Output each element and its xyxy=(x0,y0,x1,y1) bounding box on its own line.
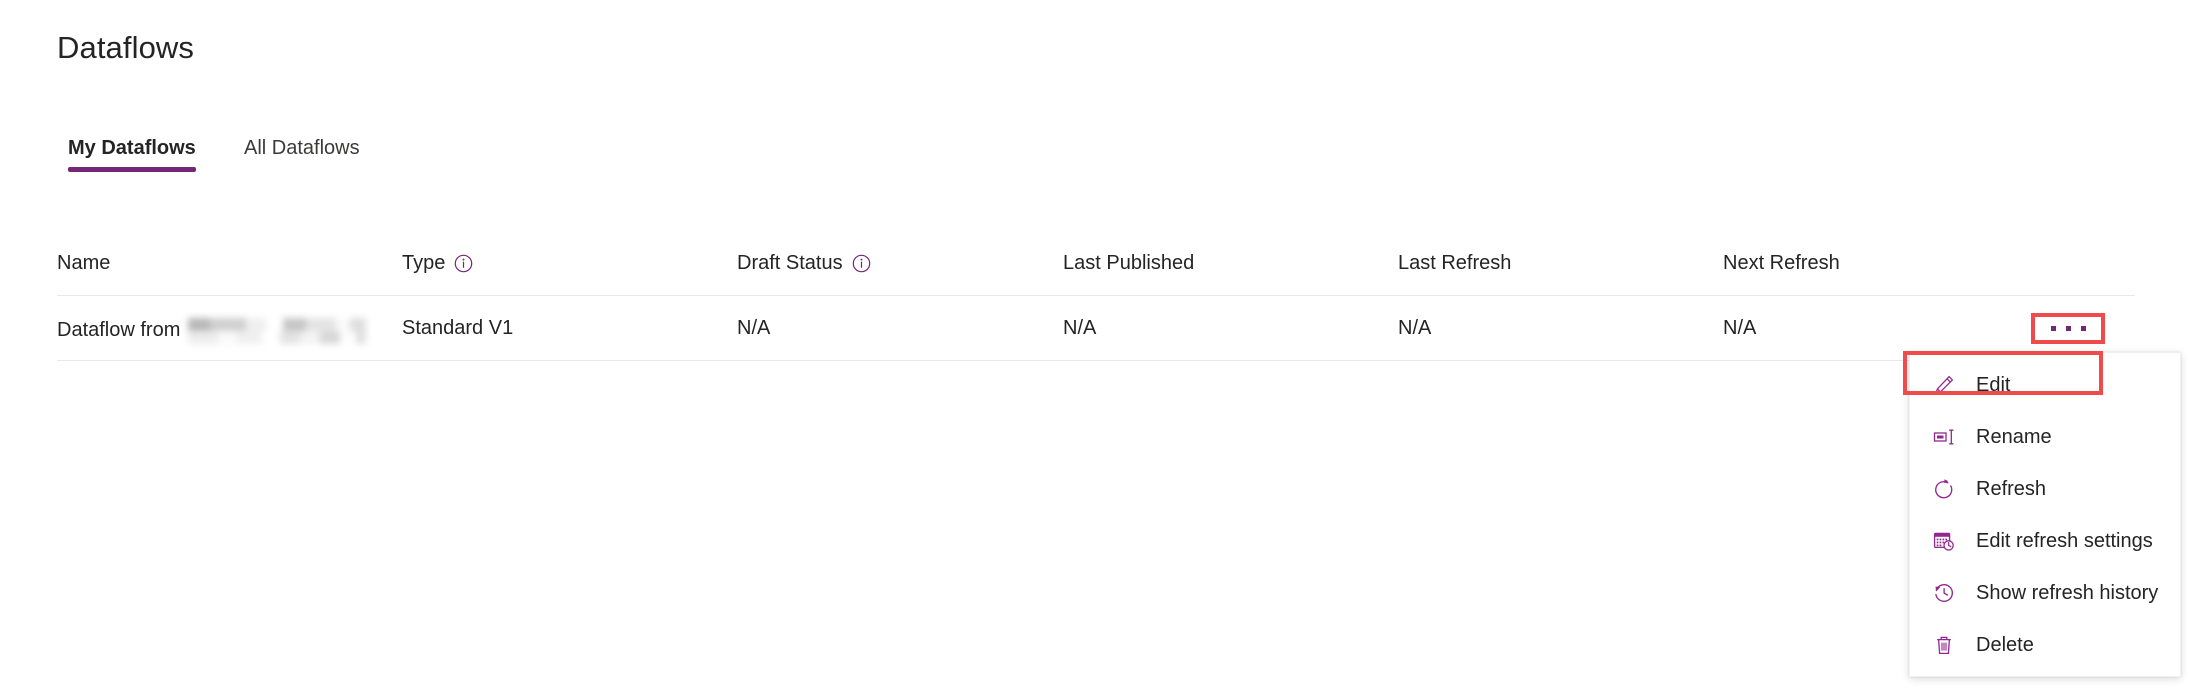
cell-last-refresh: N/A xyxy=(1398,317,1432,339)
overflow-menu-button[interactable] xyxy=(2037,320,2099,337)
ellipsis-dot xyxy=(2080,326,2086,331)
context-menu-item-refresh[interactable]: Refresh xyxy=(1910,463,2180,515)
context-menu-item-edit-refresh-settings[interactable]: Edit refresh settings xyxy=(1910,515,2180,567)
context-menu-item-delete[interactable]: Delete xyxy=(1910,619,2180,671)
column-header-type-label: Type xyxy=(402,252,446,274)
column-header-last-published[interactable]: Last Published xyxy=(1063,252,1194,275)
ellipsis-dot xyxy=(2050,326,2056,331)
column-header-type[interactable]: Type xyxy=(402,252,473,275)
history-clock-icon xyxy=(1932,581,1956,605)
context-menu-item-rename[interactable]: Rename xyxy=(1910,411,2180,463)
tab-my-dataflows-label: My Dataflows xyxy=(68,137,196,159)
context-menu-item-edit-label: Edit xyxy=(1976,373,2011,396)
trash-icon xyxy=(1932,633,1956,657)
cell-last-published: N/A xyxy=(1063,317,1097,339)
context-menu-item-rename-label: Rename xyxy=(1976,425,2052,448)
refresh-icon xyxy=(1932,477,1956,501)
tab-selected-underline xyxy=(68,167,196,172)
column-header-last-refresh[interactable]: Last Refresh xyxy=(1398,252,1511,275)
cell-type: Standard V1 xyxy=(402,317,514,339)
column-header-name[interactable]: Name xyxy=(57,252,110,275)
column-header-draft-status-label: Draft Status xyxy=(737,252,843,274)
cell-next-refresh: N/A xyxy=(1723,317,1757,339)
page-title: Dataflows xyxy=(57,30,195,65)
column-header-draft-status[interactable]: Draft Status xyxy=(737,252,871,275)
context-menu-item-edit-refresh-settings-label: Edit refresh settings xyxy=(1976,529,2153,552)
tab-my-dataflows[interactable]: My Dataflows xyxy=(68,137,196,172)
tab-all-dataflows[interactable]: All Dataflows xyxy=(244,137,360,172)
cell-draft-status: N/A xyxy=(737,317,771,339)
column-header-last-published-label: Last Published xyxy=(1063,252,1195,274)
info-icon[interactable] xyxy=(454,254,473,273)
context-menu-item-show-refresh-history-label: Show refresh history xyxy=(1976,581,2159,604)
table-row[interactable]: Dataflow from Standard V1 N/A N/A N/A N/… xyxy=(57,296,2135,361)
rename-icon xyxy=(1932,425,1956,449)
column-header-last-refresh-label: Last Refresh xyxy=(1398,252,1512,274)
column-header-name-label: Name xyxy=(57,252,111,274)
ellipsis-dot xyxy=(2065,326,2071,331)
cell-name-prefix: Dataflow from xyxy=(57,318,181,341)
redacted-name-blur xyxy=(188,318,367,344)
dataflows-page: Dataflows My Dataflows All Dataflows Nam… xyxy=(0,0,2192,699)
tab-all-dataflows-label: All Dataflows xyxy=(244,137,360,159)
context-menu-item-delete-label: Delete xyxy=(1976,633,2034,656)
context-menu-item-edit[interactable]: Edit xyxy=(1910,359,2180,411)
context-menu-item-show-refresh-history[interactable]: Show refresh history xyxy=(1910,567,2180,619)
column-header-next-refresh[interactable]: Next Refresh xyxy=(1723,252,1840,275)
context-menu-item-refresh-label: Refresh xyxy=(1976,477,2047,500)
pencil-icon xyxy=(1932,373,1956,397)
table-header-row: Name Type Draft Status Last Published La… xyxy=(57,240,2135,296)
info-icon[interactable] xyxy=(852,254,871,273)
context-menu: Edit Rename Refresh Edit refresh setting… xyxy=(1909,352,2181,677)
calendar-clock-icon xyxy=(1932,529,1956,553)
cell-name: Dataflow from xyxy=(57,317,367,344)
column-header-next-refresh-label: Next Refresh xyxy=(1723,252,1840,274)
dataflows-table: Name Type Draft Status Last Published La… xyxy=(57,240,2135,361)
